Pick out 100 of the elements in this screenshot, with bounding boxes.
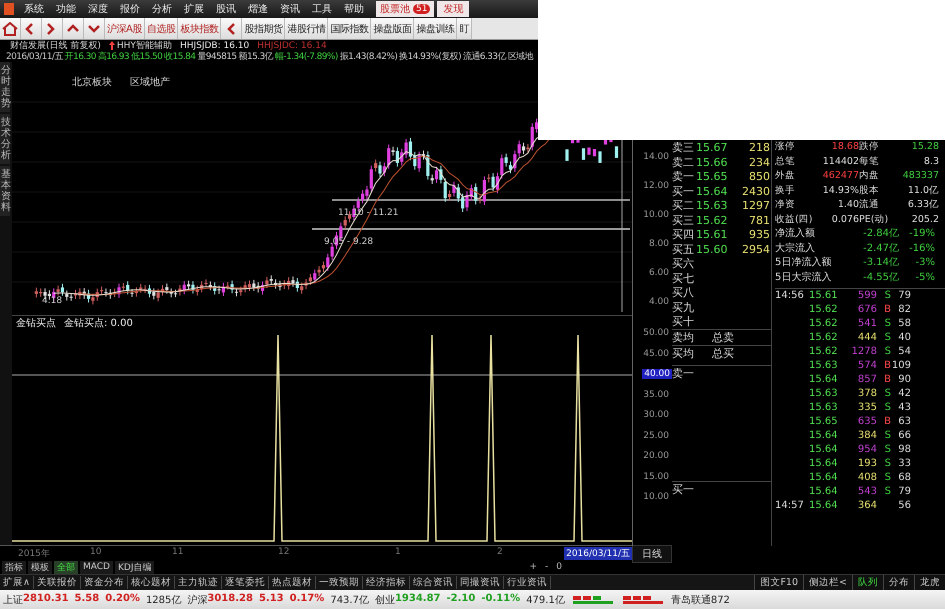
axis-tick: 15.00 — [643, 472, 669, 482]
panel-tab[interactable]: 分布 — [883, 575, 914, 590]
axis-label: 11 — [172, 547, 184, 557]
home-button[interactable] — [0, 18, 21, 39]
trade-side: S — [884, 485, 891, 499]
toolbar-button[interactable]: 盯 — [457, 18, 472, 39]
tick-price: 15.63 — [809, 359, 839, 373]
menu-item[interactable]: 深度 — [82, 2, 114, 16]
side-tab[interactable]: 技术分析 — [0, 114, 10, 164]
stat-value: 462477 — [822, 169, 859, 183]
menu-item[interactable]: 功能 — [50, 2, 82, 16]
stat-value: 11.0亿 — [906, 184, 939, 198]
order-level-label: 买十 — [672, 314, 695, 329]
function-tab[interactable]: 综合资讯 — [410, 576, 457, 589]
order-price: 15.60 — [696, 242, 728, 256]
menu-item[interactable]: 股讯 — [210, 2, 242, 16]
tick-price: 15.61 — [809, 289, 839, 303]
order-level-label: 买均 — [672, 346, 695, 360]
indicator-tab[interactable]: MACD — [80, 560, 113, 574]
function-tab[interactable]: 逐笔委托 — [222, 576, 269, 589]
menu-item[interactable]: 扩展 — [178, 2, 210, 16]
tick-volume: 857 — [856, 373, 877, 387]
period-button[interactable]: 日线 — [632, 545, 672, 563]
toolbar-button[interactable]: 操盘训练 — [414, 18, 458, 39]
mini-bar-icon — [620, 594, 665, 606]
function-tab[interactable]: 热点题材 — [268, 576, 316, 589]
menu-item[interactable]: 熠逢 — [242, 2, 274, 16]
function-tab[interactable]: 扩展∧ — [0, 576, 34, 589]
discover-button[interactable]: 发现 — [437, 1, 470, 17]
tick-count: 43 — [897, 401, 911, 415]
menu-item[interactable]: 分析 — [146, 2, 178, 16]
tick-count: 90 — [897, 373, 911, 387]
toolbar-button[interactable]: 沪深A股 — [105, 18, 145, 39]
function-tab[interactable]: 同撮资讯 — [456, 576, 504, 589]
trade-side: B — [883, 303, 891, 317]
axis-tick: 25.00 — [643, 430, 669, 440]
scroll-left-button[interactable] — [221, 18, 242, 39]
indicator-reading: HHJSJDB: 16.10 — [180, 40, 250, 50]
flow-percent: -16% — [908, 242, 935, 256]
toolbar-button[interactable]: 港股行情 — [285, 18, 328, 39]
axis-label: 10 — [90, 547, 102, 557]
toolbar-button[interactable]: 操盘版面 — [371, 18, 414, 39]
function-tab[interactable]: 核心题材 — [128, 576, 175, 589]
side-tab[interactable]: 基本资料 — [0, 166, 10, 216]
down-button[interactable] — [84, 18, 105, 39]
function-tab[interactable]: 主力轨迹 — [174, 576, 222, 589]
order-price: 15.64 — [696, 184, 728, 198]
menu-item[interactable]: 资讯 — [274, 2, 306, 16]
menu-item[interactable]: 工具 — [306, 2, 338, 16]
forward-button[interactable] — [42, 18, 63, 39]
function-tab[interactable]: 经济指标 — [362, 576, 410, 589]
tick-price: 15.63 — [809, 387, 839, 401]
toolbar-button[interactable]: 国际指数 — [328, 18, 372, 39]
axis-tick: 6.00 — [648, 268, 669, 278]
order-level-label: 卖二 — [672, 154, 695, 170]
axis-label: 1 — [395, 547, 401, 557]
tick-count: 68 — [897, 471, 911, 485]
order-volume: 781 — [748, 214, 770, 226]
panel-tab[interactable]: 龙虎 — [914, 575, 945, 590]
tick-volume: 378 — [856, 387, 877, 401]
function-tab[interactable]: 一致预期 — [316, 576, 363, 589]
tick-count: 79 — [897, 485, 911, 499]
indicator-tab[interactable]: 全部 — [54, 560, 78, 574]
indicator-tab[interactable]: 指标 — [2, 560, 26, 574]
panel-tab[interactable]: 侧边栏< — [803, 575, 852, 590]
side-tab[interactable]: 分时走势 — [0, 62, 10, 112]
toolbar-button[interactable]: 板块指数 — [178, 18, 222, 39]
order-level-label: 买九 — [672, 300, 695, 314]
back-button[interactable] — [21, 18, 42, 39]
up-button[interactable] — [63, 18, 84, 39]
function-tab[interactable]: 关联报价 — [34, 576, 81, 589]
indicator-tab[interactable]: KDJ自编 — [114, 560, 154, 574]
toolbar-button[interactable]: 股指期货 — [242, 18, 286, 39]
tick-count: 40 — [897, 331, 911, 345]
index-percent: -0.11% — [481, 593, 520, 606]
function-tab[interactable]: 行业资讯 — [504, 576, 551, 589]
panel-tab[interactable]: 队列 — [852, 575, 883, 590]
home-icon — [2, 22, 18, 36]
trade-side: B — [883, 373, 891, 387]
quote-field: 换14.93%(复权) — [399, 51, 461, 62]
total-label: 总买 — [712, 346, 735, 360]
zoom-button[interactable]: + — [526, 562, 540, 572]
zoom-button[interactable]: 0 — [553, 562, 566, 572]
trade-side: B — [883, 415, 891, 429]
stock-pool-button[interactable]: 股票池 51 — [376, 1, 434, 17]
trade-side: S — [884, 345, 891, 359]
menu-item[interactable]: 帮助 — [338, 2, 370, 16]
zoom-button[interactable]: - — [542, 562, 552, 572]
panel-tab[interactable]: 图文F10 — [754, 575, 804, 590]
tick-price: 15.64 — [809, 443, 839, 457]
tick-price: 15.62 — [809, 317, 839, 331]
order-price: 15.67 — [696, 141, 728, 154]
menu-item[interactable]: 报价 — [114, 2, 146, 16]
tick-count: 63 — [897, 415, 911, 429]
menu-item[interactable]: 系统 — [18, 2, 50, 16]
indicator-tab[interactable]: 模板 — [28, 560, 52, 574]
toolbar-button[interactable]: 自选股 — [144, 18, 178, 39]
tick-price: 15.64 — [809, 373, 839, 387]
function-tab[interactable]: 资金分布 — [80, 576, 128, 589]
tick-volume: 408 — [856, 471, 877, 485]
